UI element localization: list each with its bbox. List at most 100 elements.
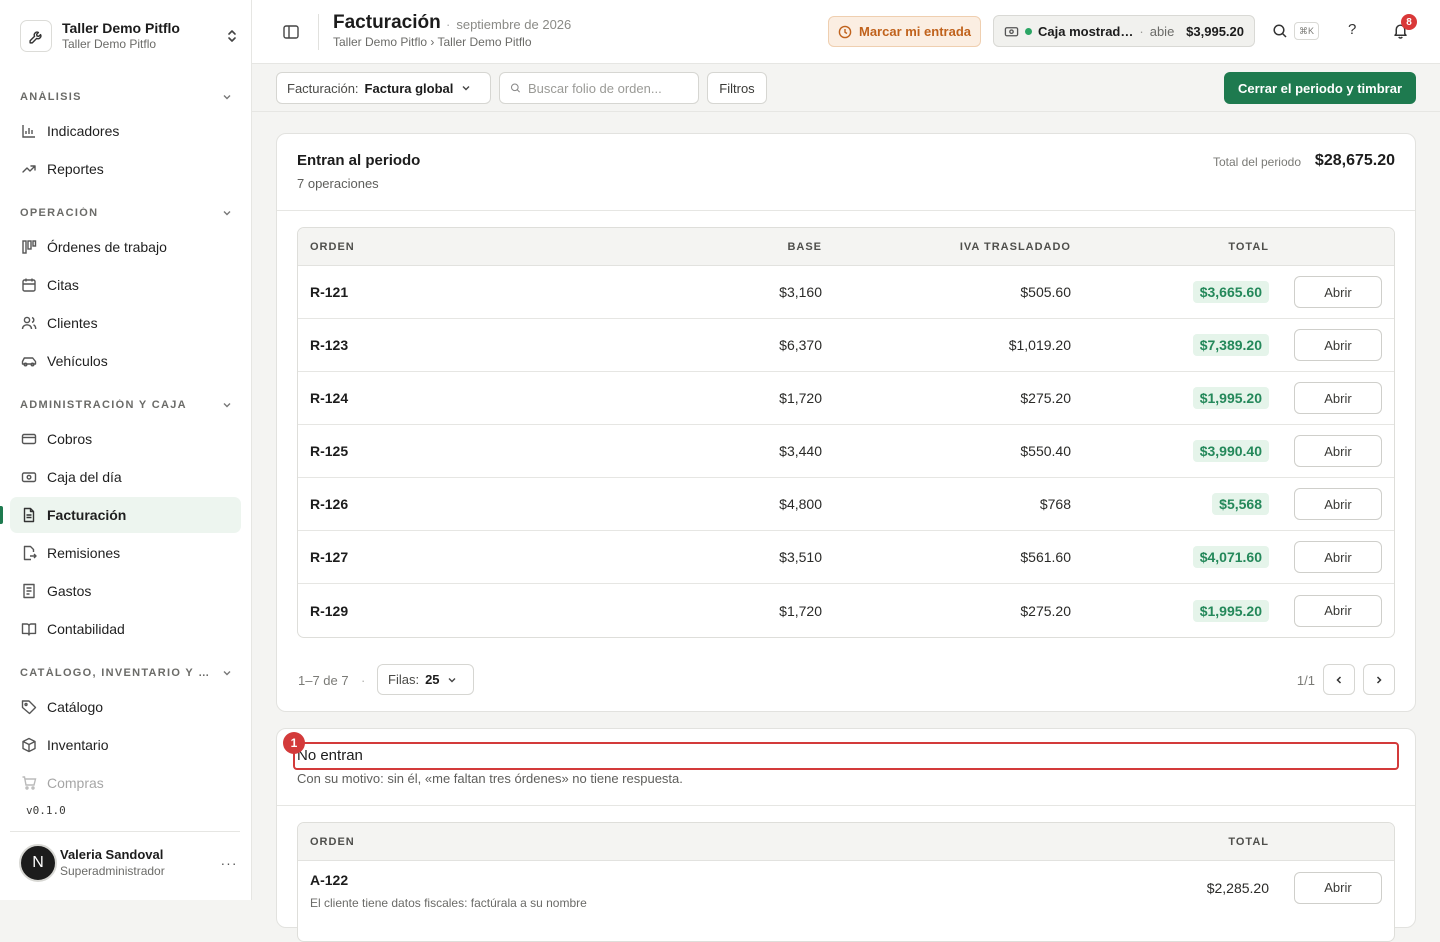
separator: · — [1139, 23, 1144, 39]
file-export-icon — [20, 545, 37, 562]
nav-section-analisis[interactable]: ANÁLISIS — [20, 89, 232, 105]
sidebar-item-contabilidad[interactable]: Contabilidad — [10, 611, 241, 647]
active-indicator — [0, 506, 3, 524]
open-order-button[interactable]: Abrir — [1294, 276, 1382, 308]
sidebar-item-ordenes[interactable]: Órdenes de trabajo — [10, 229, 241, 265]
user-role: Superadministrador — [60, 864, 165, 878]
divider — [10, 831, 240, 832]
sidebar-item-cobros[interactable]: Cobros — [10, 421, 241, 457]
total-amount: $7,389.20 — [1192, 334, 1269, 356]
sidebar-item-label: Remisiones — [47, 545, 121, 561]
chevron-right-icon — [1376, 675, 1382, 684]
total-cell: $4,071.60 — [1192, 531, 1269, 583]
sidebar-item-label: Clientes — [47, 315, 98, 331]
total-amount: $3,990.40 — [1192, 440, 1269, 462]
open-order-button[interactable]: Abrir — [1294, 594, 1382, 627]
order-search-field[interactable] — [499, 72, 699, 104]
table-row: R-124 $1,720 $275.20 $1,995.20 Abrir — [298, 372, 1394, 425]
iva-amount: $275.20 — [1020, 602, 1071, 619]
total-amount: $4,071.60 — [1192, 546, 1269, 568]
sidebar-item-label: Facturación — [47, 507, 127, 523]
user-menu[interactable]: N Valeria Sandoval Superadministrador ··… — [19, 843, 241, 883]
users-icon — [20, 315, 37, 332]
select-value: Factura global — [364, 80, 454, 96]
app-version: v0.1.0 — [26, 804, 66, 817]
sidebar-item-compras[interactable]: Compras — [10, 765, 241, 801]
org-switcher[interactable]: Taller Demo Pitflo Taller Demo Pitflo — [20, 17, 240, 55]
chevron-down-icon — [223, 211, 231, 216]
filters-button[interactable]: Filtros — [707, 72, 767, 104]
user-name: Valeria Sandoval — [60, 847, 164, 862]
breadcrumb[interactable]: Taller Demo Pitflo › Taller Demo Pitflo — [333, 35, 532, 49]
card-title: Entran al periodo — [297, 152, 421, 169]
sidebar-item-catalogo[interactable]: Catálogo — [10, 689, 241, 725]
help-icon[interactable]: ? — [1348, 21, 1356, 38]
column-header: TOTAL — [1228, 835, 1269, 848]
book-icon — [20, 621, 37, 638]
column-header: IVA TRASLADADO — [959, 240, 1071, 253]
sidebar-item-label: Compras — [47, 775, 104, 791]
annotation-badge: 1 — [283, 732, 305, 754]
billing-type-select[interactable]: Facturación: Factura global — [276, 72, 491, 104]
sidebar-item-gastos[interactable]: Gastos — [10, 573, 241, 609]
sidebar-item-indicadores[interactable]: Indicadores — [10, 113, 241, 149]
sidebar-item-citas[interactable]: Citas — [10, 267, 241, 303]
check-in-button[interactable]: Marcar mi entrada — [828, 16, 981, 47]
more-icon[interactable]: ··· — [217, 855, 241, 871]
action-cell: Abrir — [1294, 861, 1382, 914]
total-amount: $3,665.60 — [1192, 281, 1269, 303]
sidebar-item-label: Órdenes de trabajo — [47, 239, 167, 255]
open-order-button[interactable]: Abrir — [1294, 435, 1382, 467]
chevron-down-icon — [223, 671, 231, 676]
sidebar-item-label: Citas — [47, 277, 79, 293]
action-cell: Abrir — [1294, 266, 1382, 318]
sidebar-item-label: Catálogo — [47, 699, 104, 715]
nav-section-administracion[interactable]: ADMINISTRACIÓN Y CAJA — [20, 397, 232, 413]
base-amount: $6,370 — [779, 337, 822, 353]
search-icon[interactable] — [1272, 23, 1288, 39]
sidebar-item-label: Contabilidad — [47, 621, 125, 637]
bar-chart-icon — [20, 123, 37, 140]
sidebar-item-inventario[interactable]: Inventario — [10, 727, 241, 763]
total-cell: $1,995.20 — [1192, 372, 1269, 424]
iva-amount: $1,019.20 — [1008, 337, 1071, 353]
nav-section-operacion[interactable]: OPERACIÓN — [20, 205, 232, 221]
sidebar-item-facturacion[interactable]: Facturación — [10, 497, 241, 533]
action-cell: Abrir — [1294, 319, 1382, 371]
open-order-button[interactable]: Abrir — [1294, 541, 1382, 573]
receipt-icon — [20, 583, 37, 600]
avatar: N — [19, 844, 57, 882]
next-page-button[interactable] — [1363, 664, 1395, 695]
chevron-down-icon — [461, 83, 471, 93]
sidebar-item-label: Reportes — [47, 161, 104, 177]
order-id: R-121 — [310, 284, 349, 300]
cash-register-status[interactable]: Caja mostrad… · abie $3,995.20 — [993, 15, 1255, 47]
close-period-button[interactable]: Cerrar el periodo y timbrar — [1224, 72, 1416, 104]
sidebar-item-caja-del-dia[interactable]: Caja del día — [10, 459, 241, 495]
iva-amount: $275.20 — [1020, 390, 1071, 406]
order-id: R-123 — [310, 337, 349, 353]
status-dot — [1025, 27, 1032, 35]
sidebar-item-vehiculos[interactable]: Vehículos — [10, 343, 241, 379]
top-header: Facturación septiembre de 2026 Taller De… — [252, 0, 1440, 64]
search-input[interactable] — [528, 80, 688, 96]
open-order-button[interactable]: Abrir — [1294, 488, 1382, 520]
column-header: TOTAL — [1228, 240, 1269, 253]
nav-section-catalogo[interactable]: CATÁLOGO, INVENTARIO Y CO… — [20, 665, 232, 681]
rows-per-page-select[interactable]: Filas: 25 — [377, 664, 474, 695]
sidebar-item-clientes[interactable]: Clientes — [10, 305, 241, 341]
open-order-button[interactable]: Abrir — [1294, 382, 1382, 414]
previous-page-button[interactable] — [1323, 664, 1355, 695]
sidebar-item-reportes[interactable]: Reportes — [10, 151, 241, 187]
total-amount: $1,995.20 — [1192, 387, 1269, 409]
table-header: ORDEN TOTAL — [298, 823, 1394, 861]
base-amount: $3,510 — [779, 549, 822, 565]
column-header: ORDEN — [310, 240, 355, 253]
sidebar-toggle-icon[interactable] — [282, 23, 300, 41]
chevron-down-icon — [223, 403, 231, 408]
toolbar: Facturación: Factura global Filtros Cerr… — [252, 64, 1440, 112]
open-order-button[interactable]: Abrir — [1294, 329, 1382, 361]
sidebar-item-remisiones[interactable]: Remisiones — [10, 535, 241, 571]
box-icon — [20, 737, 37, 754]
open-order-button[interactable]: Abrir — [1294, 871, 1382, 904]
